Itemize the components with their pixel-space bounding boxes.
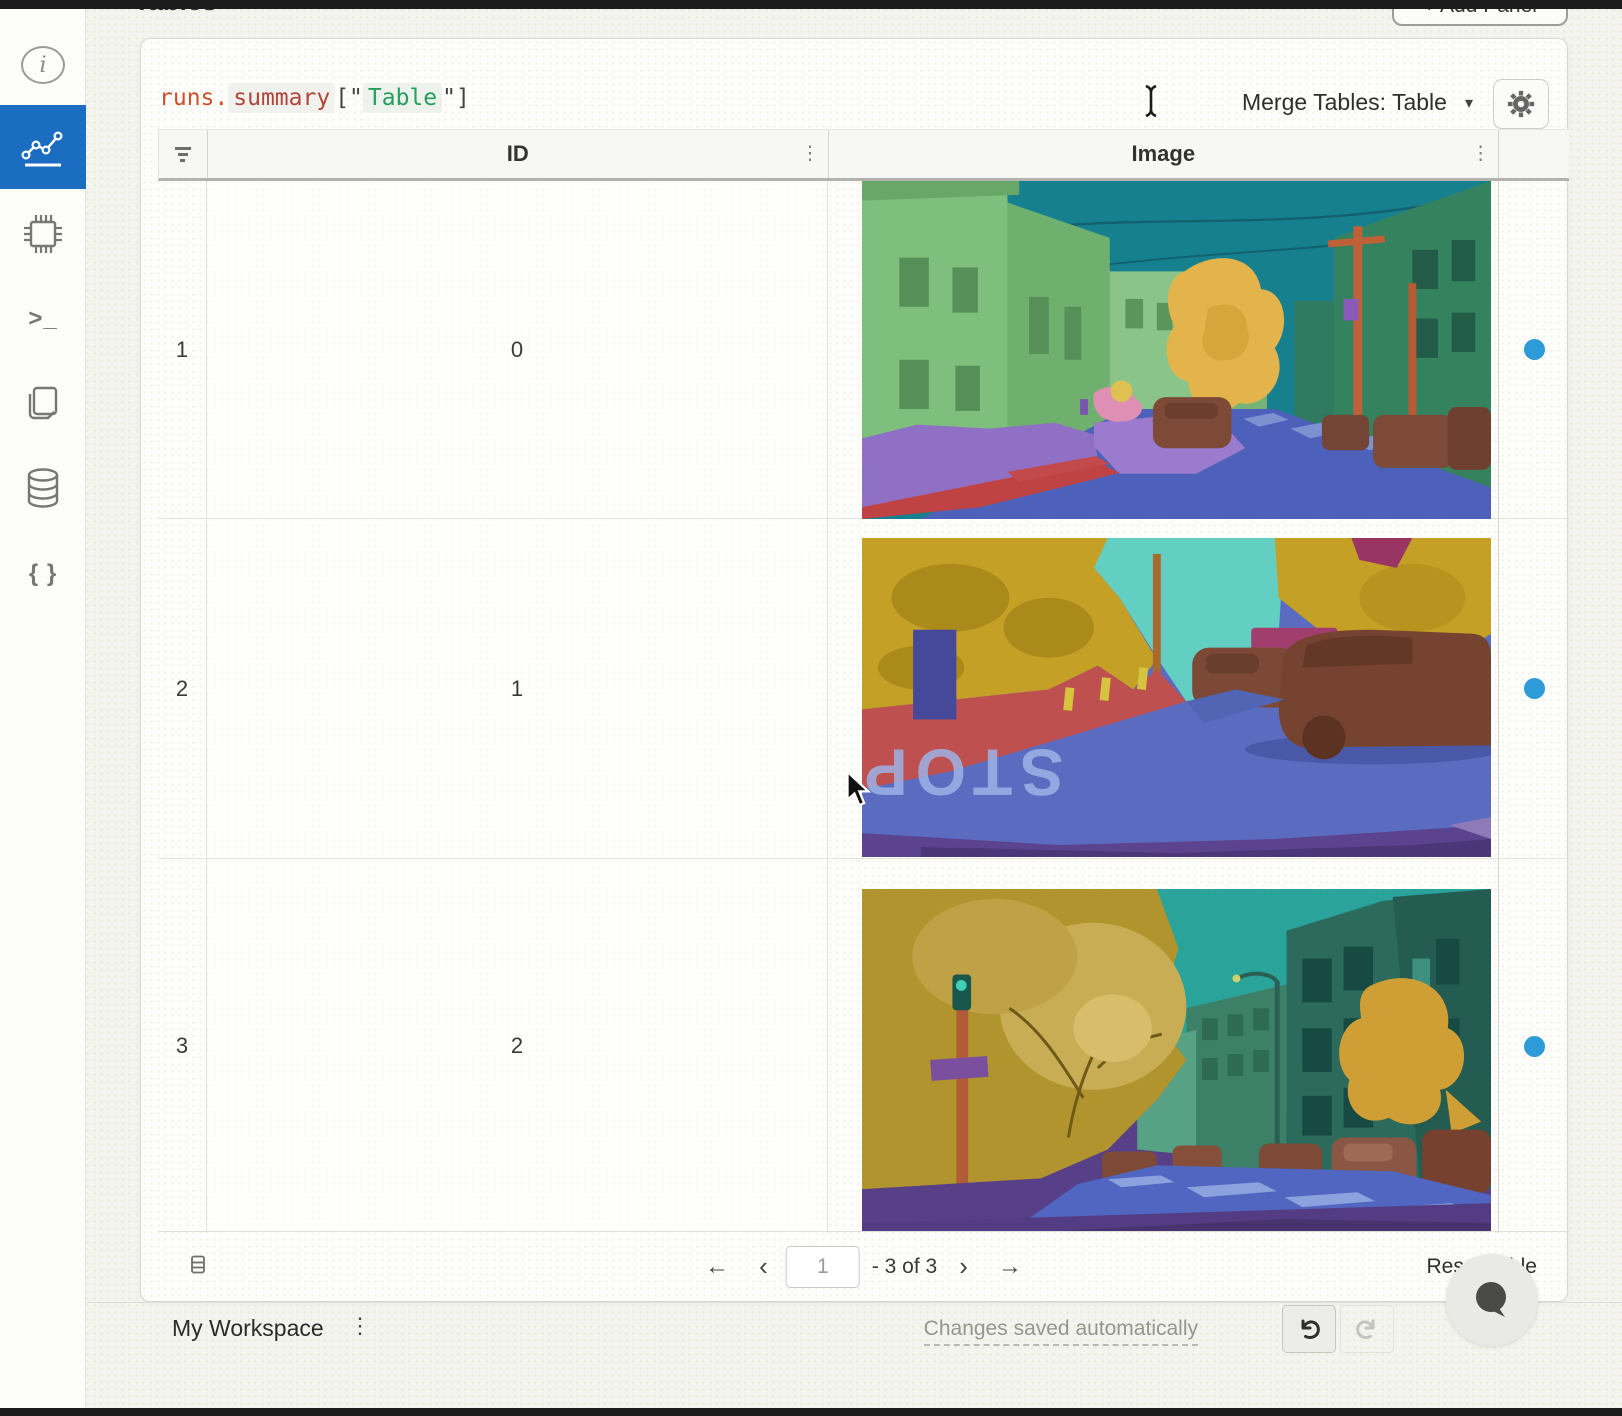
panel-settings-button[interactable] [1493, 79, 1549, 129]
sidebar-item-files[interactable] [0, 364, 86, 444]
row-index: 2 [158, 519, 206, 858]
workspace-title[interactable]: My Workspace [172, 1315, 324, 1342]
row-index: 1 [158, 181, 206, 518]
cell-image: STOP [827, 519, 1498, 858]
browser-chrome-bar [0, 0, 1622, 9]
table-footer: ← ‹ - 3 of 3 › → Reset Table [158, 1231, 1569, 1301]
browser-chrome-bar-bottom [0, 1408, 1622, 1416]
chat-bubble-icon [1469, 1277, 1515, 1323]
row-height-icon[interactable] [191, 1255, 205, 1278]
next-page-button[interactable]: › [949, 1251, 978, 1282]
table-panel: runs.summary["Table"] Merge Tables: Tabl… [140, 38, 1568, 1302]
merge-tables-label: Merge Tables: Table [1242, 89, 1447, 116]
run-color-dot[interactable] [1524, 339, 1545, 360]
cell-row-indicator [1498, 519, 1569, 858]
gear-icon [1506, 89, 1536, 119]
sidebar-item-artifacts[interactable] [0, 449, 86, 529]
page-number-input[interactable] [786, 1246, 860, 1288]
files-copy-icon [22, 382, 64, 426]
sidebar-item-raw-data[interactable]: { } [0, 534, 86, 614]
column-menu-icon[interactable]: ⋮ [1471, 143, 1490, 166]
cpu-chip-icon [21, 212, 65, 256]
column-label-id: ID [507, 141, 529, 167]
page-range-label: - 3 of 3 [872, 1255, 937, 1279]
database-icon [22, 466, 64, 512]
first-page-button[interactable]: ← [693, 1253, 741, 1281]
help-chat-button[interactable] [1446, 1254, 1538, 1346]
chevron-down-icon: ▾ [1465, 93, 1473, 113]
undo-icon [1295, 1315, 1323, 1343]
row-index: 3 [158, 859, 206, 1233]
previous-page-button[interactable]: ‹ [749, 1251, 778, 1282]
query-object: runs [159, 85, 214, 111]
panel-query[interactable]: runs.summary["Table"] [159, 85, 470, 111]
cell-id-value: 1 [206, 519, 827, 858]
column-menu-icon[interactable]: ⋮ [801, 143, 820, 166]
workspace-menu-icon[interactable]: ⋮ [349, 1313, 371, 1339]
cell-image [827, 859, 1498, 1233]
left-sidebar: i >_ [0, 9, 86, 1408]
query-open-bracket: [" [335, 85, 363, 111]
cell-row-indicator [1498, 181, 1569, 518]
sidebar-item-logs[interactable]: >_ [0, 279, 86, 359]
mouse-cursor-arrow [845, 772, 875, 813]
run-color-dot[interactable] [1524, 678, 1545, 699]
query-close-bracket: "] [442, 85, 470, 111]
cell-image [827, 181, 1498, 518]
text-cursor-ibeam [1142, 84, 1160, 123]
redo-icon [1353, 1315, 1381, 1343]
filter-icon [175, 144, 191, 165]
save-status-label: Changes saved automatically [924, 1317, 1198, 1346]
table-header-row: ID ⋮ Image ⋮ [158, 129, 1569, 181]
sidebar-item-panels[interactable] [0, 105, 86, 189]
undo-button[interactable] [1282, 1305, 1336, 1353]
cell-row-indicator [1498, 859, 1569, 1233]
sidebar-item-system[interactable] [0, 194, 86, 274]
column-header-spacer [1498, 130, 1569, 178]
braces-icon: { } [29, 560, 57, 588]
query-method: summary [228, 83, 335, 113]
filter-header-cell[interactable] [159, 130, 207, 178]
merge-tables-dropdown[interactable]: Merge Tables: Table ▾ [1242, 89, 1473, 116]
query-key: Table [363, 83, 442, 113]
table-row: 3 2 [158, 859, 1569, 1233]
query-dot: . [214, 85, 228, 111]
terminal-icon: >_ [28, 305, 57, 333]
info-icon: i [21, 46, 65, 84]
cell-id-value: 0 [206, 181, 827, 518]
cell-id-value: 2 [206, 859, 827, 1233]
segmentation-image-row3[interactable] [862, 889, 1491, 1231]
sidebar-item-info[interactable]: i [0, 25, 86, 105]
run-color-dot[interactable] [1524, 1036, 1545, 1057]
last-page-button[interactable]: → [986, 1253, 1034, 1281]
column-label-image: Image [1132, 141, 1196, 167]
segmentation-image-row1[interactable] [862, 181, 1491, 519]
pagination: ← ‹ - 3 of 3 › → [693, 1246, 1034, 1288]
redo-button[interactable] [1340, 1305, 1394, 1353]
road-marking-text: STOP [862, 735, 1063, 809]
line-chart-icon [20, 125, 66, 169]
segmentation-image-row2[interactable]: STOP [862, 538, 1491, 857]
workspace-bar: My Workspace ⋮ Changes saved automatical… [87, 1302, 1622, 1408]
column-header-id[interactable]: ID ⋮ [207, 130, 828, 178]
table-body: 1 0 [158, 181, 1569, 1233]
table-row: 1 0 [158, 181, 1569, 519]
column-header-image[interactable]: Image ⋮ [828, 130, 1499, 178]
